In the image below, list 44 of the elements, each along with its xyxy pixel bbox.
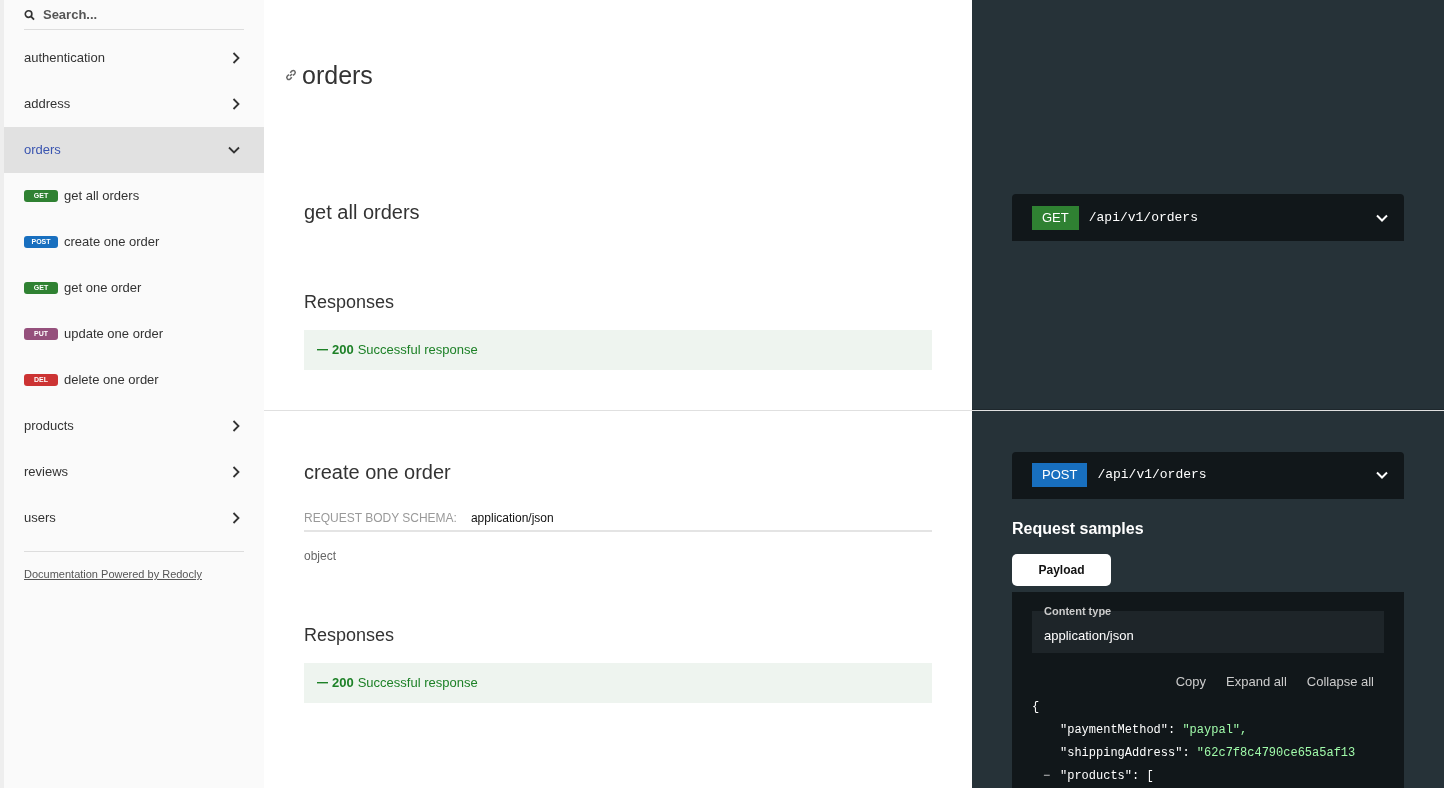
schema-label: REQUEST BODY SCHEMA:: [304, 509, 457, 527]
chevron-right-icon: [232, 98, 240, 110]
sidebar-item[interactable]: reviews: [4, 449, 264, 495]
code-line: "products": [: [1060, 768, 1154, 785]
code-line: "paymentMethod": "paypal",: [1060, 722, 1248, 739]
footer-link[interactable]: Documentation Powered by Redocly: [24, 568, 202, 580]
tab[interactable]: Payload: [1012, 553, 1111, 586]
schema-value: application/json: [470, 509, 554, 527]
panel-heading: Request samples: [1012, 518, 1145, 539]
chevron-down-icon: [1376, 471, 1388, 479]
schema-type: object: [304, 547, 338, 565]
code-line: "shippingAddress": "62c7f8c4790ce65a5af13: [1060, 745, 1356, 762]
responses-heading: Responses: [304, 623, 396, 647]
sidebar-item[interactable]: authentication: [4, 35, 264, 81]
dash-icon: [317, 681, 328, 684]
search-icon: [24, 8, 35, 21]
operation-title: get all orders: [304, 200, 421, 225]
collapse-toggle[interactable]: −: [1032, 765, 1060, 788]
action-link[interactable]: Collapse all: [1306, 671, 1374, 691]
method-badge: GET: [1032, 205, 1079, 230]
chevron-right-icon: [232, 420, 240, 432]
sidebar-item[interactable]: orders: [4, 127, 264, 173]
dash-icon: [317, 349, 328, 351]
response-item[interactable]: 200 Successful response: [304, 662, 932, 703]
chevron-right-icon: [232, 512, 240, 524]
chevron-down-icon: [228, 146, 240, 154]
action-link[interactable]: Expand all: [1226, 671, 1287, 691]
response-item[interactable]: 200 Successful response: [304, 330, 932, 370]
chevron-down-icon: [1376, 213, 1388, 222]
section-title: orders: [302, 60, 373, 91]
sidebar-item[interactable]: products: [4, 403, 264, 449]
action-link[interactable]: Copy: [1175, 671, 1207, 691]
operation-title: create one order: [304, 459, 452, 485]
link-icon: [284, 68, 298, 82]
endpoint-bar[interactable]: POST /api/v1/orders: [1012, 451, 1404, 499]
code-line: {: [1032, 699, 1041, 716]
responses-heading: Responses: [304, 291, 396, 314]
sidebar-item[interactable]: address: [4, 81, 264, 127]
method-badge: POST: [1032, 463, 1088, 487]
sidebar-item[interactable]: users: [4, 495, 264, 541]
search-field[interactable]: Search...: [42, 4, 244, 25]
chevron-right-icon: [232, 52, 240, 64]
chevron-right-icon: [232, 466, 240, 478]
endpoint-bar[interactable]: GET /api/v1/orders: [1012, 194, 1404, 241]
